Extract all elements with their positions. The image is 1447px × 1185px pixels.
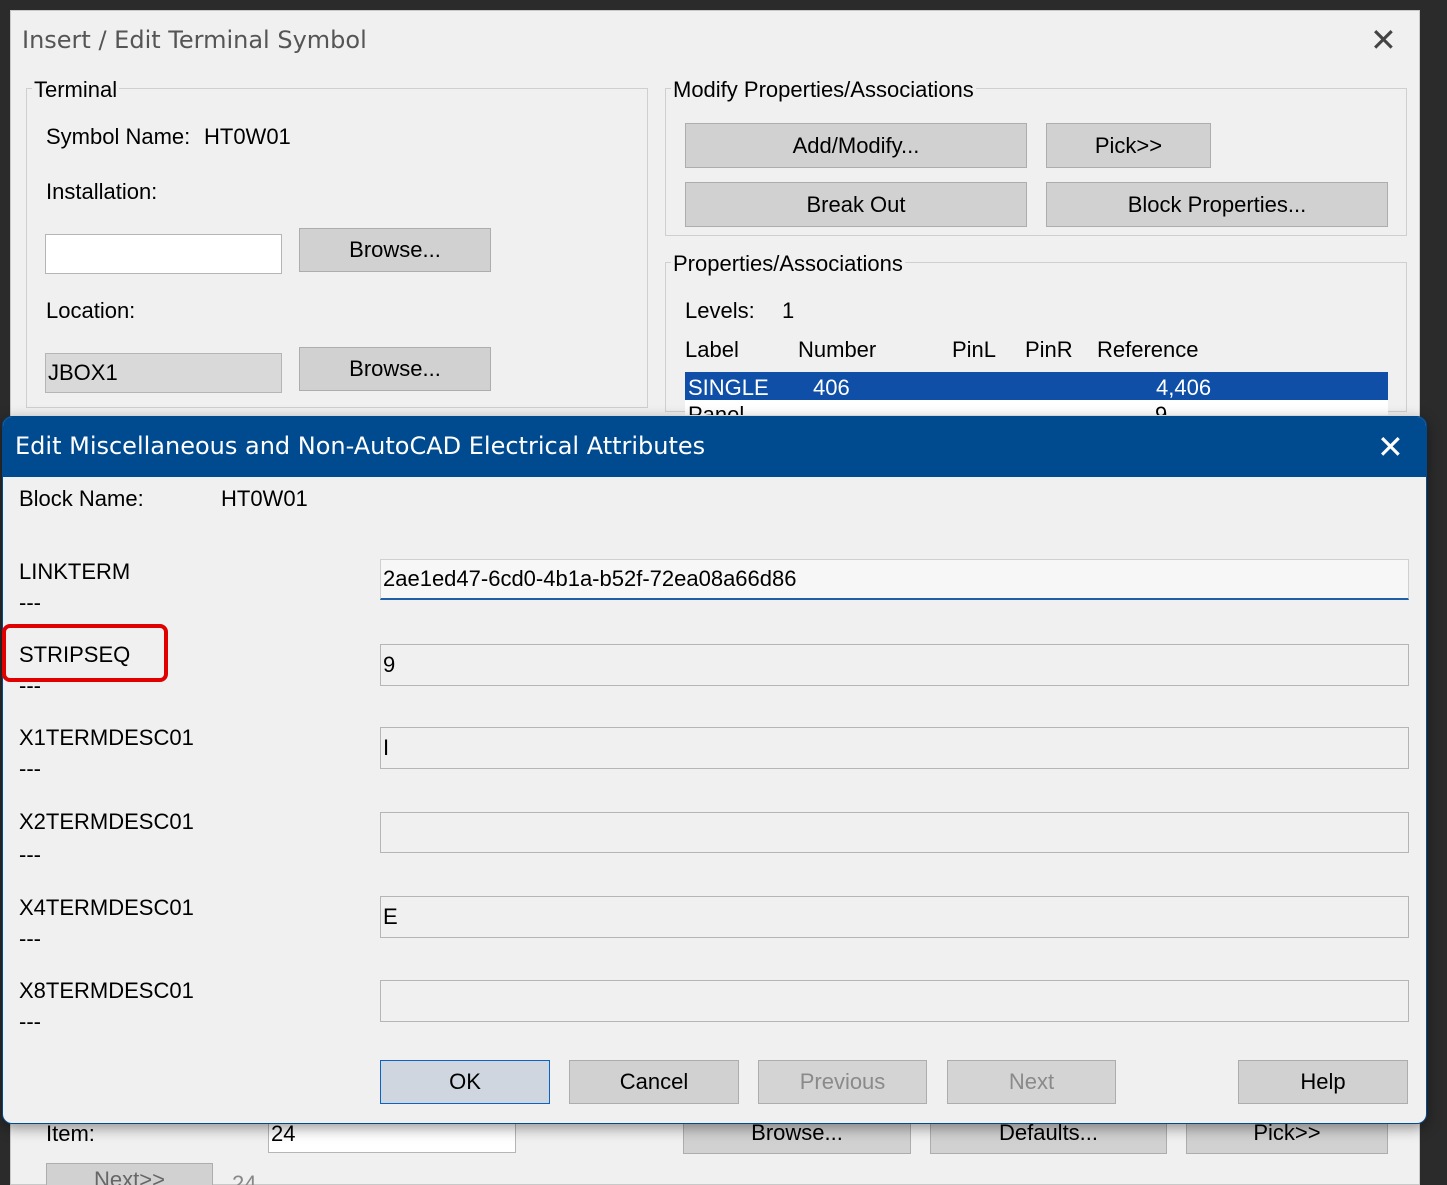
attribute-name-stripseq: STRIPSEQ <box>19 642 131 667</box>
block-name-value: HT0W01 <box>221 486 308 511</box>
installation-browse-button[interactable]: Browse... <box>299 228 491 272</box>
help-button[interactable]: Help <box>1238 1060 1408 1104</box>
column-header-number[interactable]: Number <box>798 337 876 363</box>
block-properties-button[interactable]: Block Properties... <box>1046 182 1388 227</box>
row-reference: 9 <box>1155 402 1168 415</box>
background-window-title: Insert / Edit Terminal Symbol <box>22 26 367 54</box>
column-header-pinr[interactable]: PinR <box>1025 337 1073 363</box>
symbol-name-label: Symbol Name: <box>46 124 191 149</box>
attribute-sub-stripseq: --- <box>19 673 41 698</box>
location-input[interactable]: JBOX1 <box>45 353 282 393</box>
symbol-name-value: HT0W01 <box>204 124 291 149</box>
dialog-close-icon[interactable]: ✕ <box>1377 431 1404 463</box>
block-name-label: Block Name: <box>19 486 144 511</box>
x2termdesc01-input[interactable] <box>380 812 1409 853</box>
linkterm-input[interactable]: 2ae1ed47-6cd0-4b1a-b52f-72ea08a66d86 <box>380 559 1409 600</box>
row-label: SINGLE <box>688 375 769 400</box>
background-close-icon[interactable]: ✕ <box>1370 24 1397 56</box>
table-row-clip: Panel 9 <box>685 400 1388 415</box>
attribute-name-x4termdesc01: X4TERMDESC01 <box>19 895 194 920</box>
column-header-label[interactable]: Label <box>685 337 739 363</box>
row-reference: 4,406 <box>1156 375 1212 400</box>
next-count-value: 24 <box>232 1171 257 1185</box>
properties-group-label: Properties/Associations <box>671 251 905 277</box>
attribute-name-x2termdesc01: X2TERMDESC01 <box>19 809 194 834</box>
attribute-name-x1termdesc01: X1TERMDESC01 <box>19 725 194 750</box>
pick-button[interactable]: Pick>> <box>1046 123 1211 168</box>
ok-button[interactable]: OK <box>380 1060 550 1104</box>
location-browse-button[interactable]: Browse... <box>299 347 491 391</box>
attribute-name-linkterm: LINKTERM <box>19 559 131 584</box>
installation-input[interactable] <box>45 234 282 274</box>
levels-value: 1 <box>782 298 795 323</box>
terminal-group-label: Terminal <box>32 77 120 103</box>
attribute-sub-linkterm: --- <box>19 590 41 615</box>
column-header-reference[interactable]: Reference <box>1097 337 1199 363</box>
row-label: Panel <box>688 402 745 415</box>
next-button[interactable]: Next <box>947 1060 1116 1104</box>
installation-label: Installation: <box>46 179 158 204</box>
next-arrows-button[interactable]: Next>> <box>46 1163 213 1185</box>
attribute-sub-x1termdesc01: --- <box>19 756 41 781</box>
dialog-title: Edit Miscellaneous and Non-AutoCAD Elect… <box>15 432 706 460</box>
x4termdesc01-input[interactable]: E <box>380 896 1409 938</box>
x1termdesc01-input[interactable]: I <box>380 727 1409 769</box>
location-label: Location: <box>46 298 136 323</box>
row-number: 406 <box>813 375 850 400</box>
attribute-sub-x8termdesc01: --- <box>19 1009 41 1034</box>
attribute-name-x8termdesc01: X8TERMDESC01 <box>19 978 194 1003</box>
item-label: Item: <box>46 1121 95 1146</box>
x8termdesc01-input[interactable] <box>380 980 1409 1022</box>
levels-label: Levels: <box>685 298 755 323</box>
previous-button[interactable]: Previous <box>758 1060 927 1104</box>
break-out-button[interactable]: Break Out <box>685 182 1027 227</box>
modify-group-label: Modify Properties/Associations <box>671 77 976 103</box>
table-row[interactable] <box>685 372 1388 400</box>
attribute-sub-x2termdesc01: --- <box>19 842 41 867</box>
stripseq-input[interactable]: 9 <box>380 644 1409 686</box>
add-modify-button[interactable]: Add/Modify... <box>685 123 1027 168</box>
attribute-sub-x4termdesc01: --- <box>19 926 41 951</box>
cancel-button[interactable]: Cancel <box>569 1060 739 1104</box>
column-header-pinl[interactable]: PinL <box>952 337 996 363</box>
